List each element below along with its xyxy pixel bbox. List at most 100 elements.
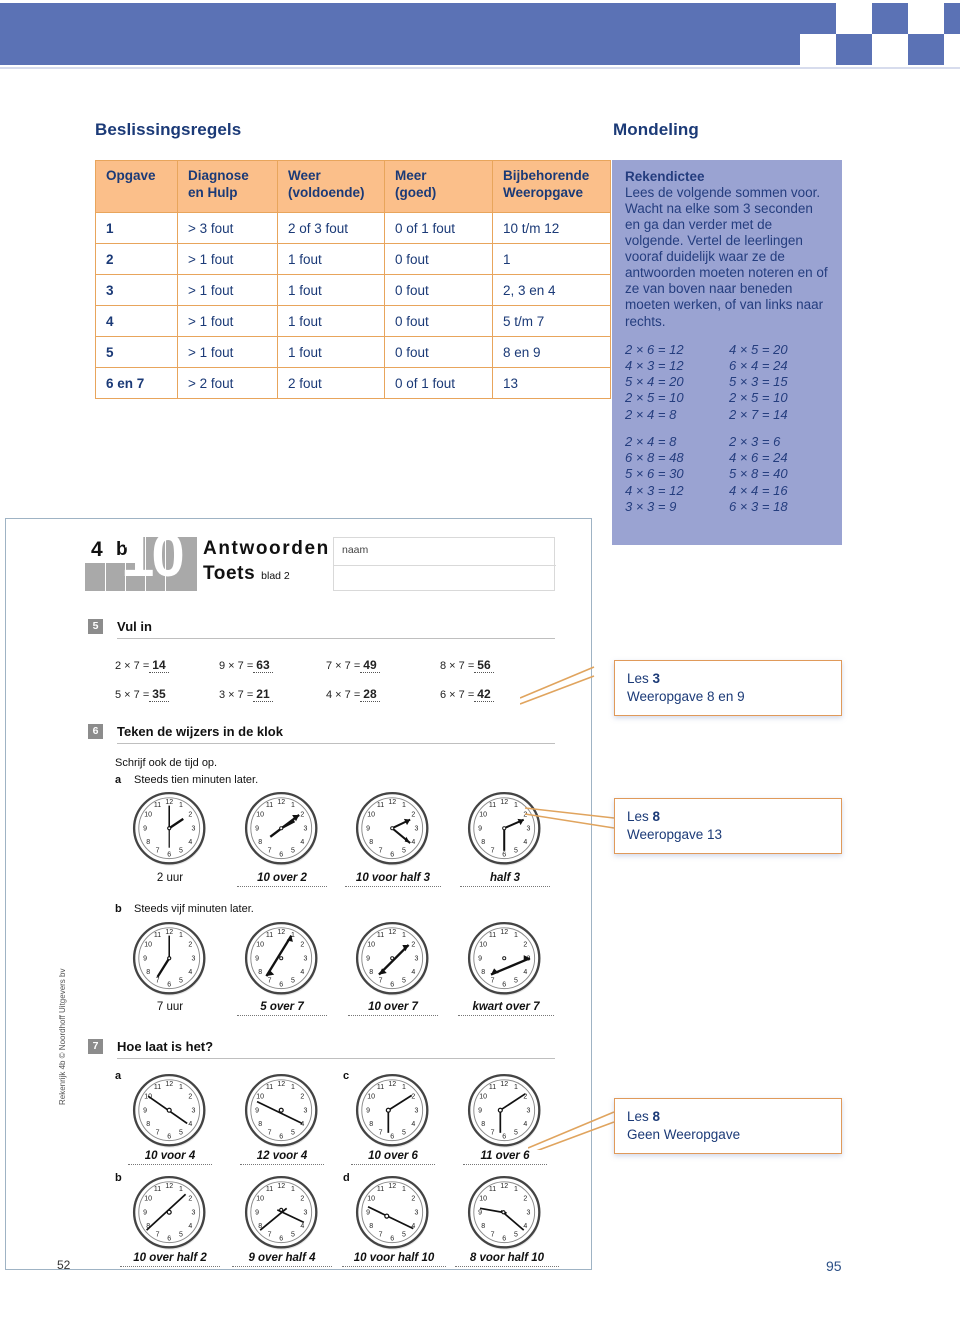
ex5-answer[interactable]: 63	[253, 658, 273, 673]
table-row: 8 en 9	[492, 336, 611, 368]
svg-text:10: 10	[367, 812, 375, 819]
table-header-row: Opgave Diagnose en Hulp Weer (voldoende)…	[95, 160, 493, 213]
col-header-meer-l1: Meer	[395, 168, 427, 183]
clock-time-text: 10 voor half 3	[355, 872, 431, 884]
svg-text:6: 6	[167, 1133, 171, 1140]
svg-text:7: 7	[491, 977, 495, 984]
callout-line-1: Les 3	[627, 670, 829, 688]
svg-text:1: 1	[179, 1084, 183, 1091]
svg-text:8: 8	[481, 1121, 485, 1128]
clock-time-label[interactable]: 11 over 6	[463, 1150, 547, 1165]
svg-text:9: 9	[366, 956, 370, 963]
clock-time-text: 9 over half 4	[248, 1252, 316, 1264]
svg-text:4: 4	[411, 1121, 415, 1128]
clock-time-label[interactable]: 10 voor half 10	[342, 1252, 446, 1267]
svg-text:7: 7	[268, 1231, 272, 1238]
svg-text:5: 5	[291, 847, 295, 854]
clock-time-label[interactable]: 5 over 7	[237, 1001, 327, 1016]
svg-text:4: 4	[523, 839, 527, 846]
col-header-meer: Meer (goed)	[384, 160, 493, 213]
svg-text:6: 6	[279, 851, 283, 858]
clock-time-label[interactable]: 10 voor 4	[128, 1150, 212, 1165]
svg-text:11: 11	[489, 1186, 496, 1193]
clock-time-label[interactable]: 9 over half 4	[232, 1252, 332, 1267]
ex7-row-b-letter: b	[115, 1172, 122, 1184]
svg-text:7: 7	[156, 977, 160, 984]
ex5-answer[interactable]: 42	[474, 687, 494, 702]
svg-text:8: 8	[258, 839, 262, 846]
svg-text:1: 1	[402, 932, 406, 939]
clock-time-text: 10 over 6	[368, 1150, 418, 1162]
clock-time-text: 10 over 7	[368, 1001, 418, 1013]
masthead-sheet-label: blad 2	[261, 570, 290, 583]
ex5-answer[interactable]: 21	[253, 687, 273, 702]
clock-time-label[interactable]: 8 voor half 10	[455, 1252, 559, 1267]
sum-right: 5 × 8 = 40	[729, 466, 788, 482]
clock-time-label[interactable]: kwart over 7	[458, 1001, 554, 1016]
clock-time-label[interactable]: 10 voor half 3	[345, 872, 441, 887]
worksheet-page-number: 52	[57, 1258, 71, 1272]
cell-weer: 1 fout	[277, 274, 385, 306]
clock-time-label[interactable]: 10 over half 2	[120, 1252, 220, 1267]
sum-left: 2 × 4 = 8	[625, 433, 677, 449]
ex5-expression: 6 × 7 =	[440, 689, 475, 701]
ex7-row-d-letter: d	[343, 1172, 350, 1184]
col-header-meer-l2: (goed)	[395, 184, 437, 200]
svg-text:6: 6	[390, 981, 394, 988]
cell-opgave: 5	[95, 336, 178, 368]
clock-time-label[interactable]: 10 over 6	[351, 1150, 435, 1165]
cell-weeropgave: 13	[492, 367, 611, 399]
masthead-block-number: 10	[121, 522, 185, 589]
svg-text:8: 8	[481, 969, 485, 976]
svg-text:11: 11	[154, 1186, 161, 1193]
svg-text:11: 11	[377, 1084, 384, 1091]
cell-weeropgave: 10 t/m 12	[492, 212, 611, 244]
clock-face: 121234567891011	[466, 790, 544, 873]
masthead-grey-block: 4 b 10	[85, 526, 197, 591]
clock-face: 121234567891011	[131, 1174, 209, 1257]
svg-text:3: 3	[191, 956, 195, 963]
ex5-answer[interactable]: 56	[474, 658, 494, 673]
callout-line-2: Weeropgave 13	[627, 827, 723, 843]
section-title-mondeling: Mondeling	[613, 120, 699, 139]
svg-text:12: 12	[165, 1081, 173, 1088]
svg-text:10: 10	[144, 1196, 152, 1203]
svg-text:2: 2	[188, 1196, 192, 1203]
name-field[interactable]: naam	[333, 537, 556, 591]
ex5-expression: 5 × 7 =	[115, 689, 150, 701]
clock-face: 121234567891011	[466, 1174, 544, 1257]
svg-text:8: 8	[369, 1121, 373, 1128]
cell-diagnose: > 3 fout	[177, 212, 278, 244]
cell-meer: 0 fout	[384, 274, 493, 306]
cell-opgave: 6 en 7	[95, 367, 178, 399]
svg-text:4: 4	[300, 1223, 304, 1230]
svg-text:6: 6	[167, 1235, 171, 1242]
svg-text:1: 1	[402, 802, 406, 809]
ex5-answer[interactable]: 35	[149, 687, 169, 702]
svg-text:11: 11	[154, 932, 161, 939]
clock-time-label[interactable]: 10 over 2	[237, 872, 327, 887]
clock-time-label[interactable]: 12 voor 4	[240, 1150, 324, 1165]
svg-text:1: 1	[514, 932, 518, 939]
svg-text:5: 5	[514, 977, 518, 984]
clock-face: 121234567891011	[131, 1072, 209, 1155]
svg-text:11: 11	[489, 932, 496, 939]
cell-meer: 0 fout	[384, 305, 493, 337]
ex5-answer[interactable]: 49	[360, 658, 380, 673]
ex5-answer[interactable]: 28	[360, 687, 380, 702]
sum-right: 6 × 4 = 24	[729, 357, 788, 373]
ex5-answer[interactable]: 14	[149, 658, 169, 673]
svg-text:12: 12	[388, 799, 396, 806]
clock-time-label[interactable]: 10 over 7	[348, 1001, 438, 1016]
sum-left: 2 × 5 = 10	[625, 390, 684, 406]
svg-text:10: 10	[479, 942, 487, 949]
ex5-expression: 8 × 7 =	[440, 660, 475, 672]
clock-time-label[interactable]: half 3	[460, 872, 550, 887]
ex7-row-c-letter: c	[343, 1070, 350, 1082]
svg-text:12: 12	[277, 929, 285, 936]
svg-text:4: 4	[523, 1223, 527, 1230]
page-root: Beslissingsregels Mondeling Opgave Diagn…	[0, 0, 960, 1317]
svg-text:10: 10	[256, 942, 264, 949]
svg-text:8: 8	[146, 839, 150, 846]
svg-text:1: 1	[179, 1186, 183, 1193]
